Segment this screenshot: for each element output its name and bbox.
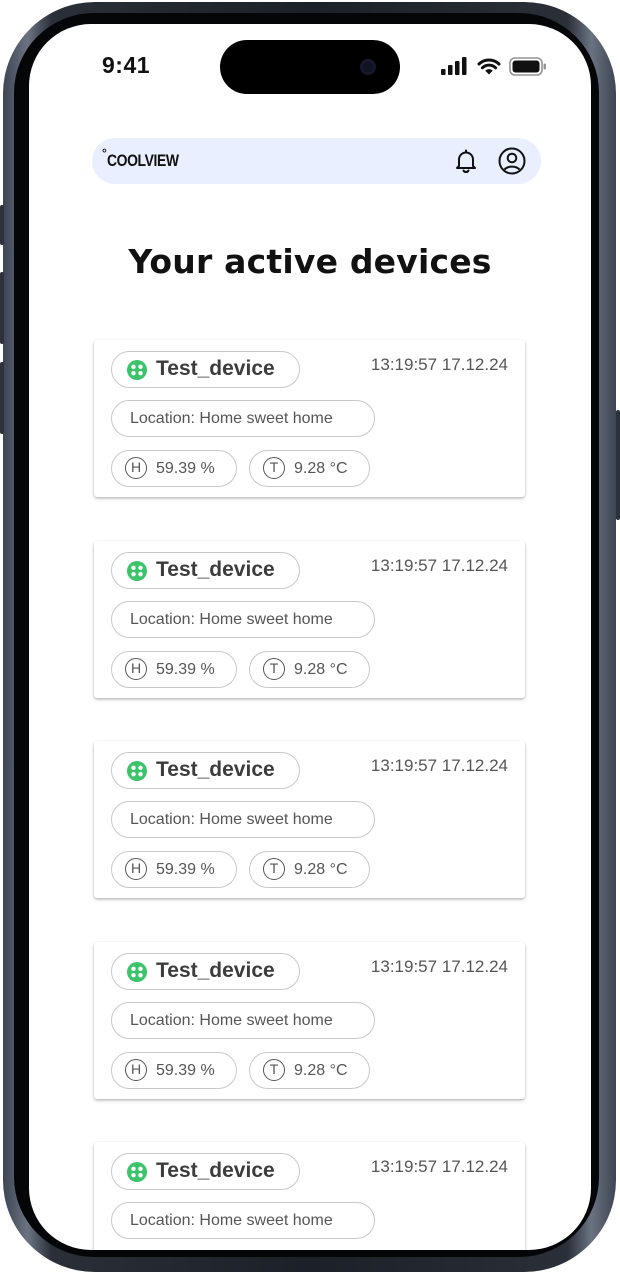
volume-up-button	[0, 272, 4, 344]
screen: 9:41 ° COOLVIEW Your active devices Test…	[29, 24, 591, 1250]
device-name-chip[interactable]: Test_device	[111, 952, 300, 990]
status-icons	[441, 56, 547, 76]
bell-icon[interactable]	[452, 147, 480, 175]
device-status-icon	[127, 360, 147, 380]
humidity-value: 59.39 %	[156, 1061, 215, 1079]
device-card[interactable]: Test_device 13:19:57 17.12.24 Location: …	[94, 540, 525, 698]
device-location: Location: Home sweet home	[130, 1212, 333, 1229]
device-status-icon	[127, 961, 147, 982]
location-chip: Location: Home sweet home	[111, 1001, 375, 1039]
temperature-value: 9.28 °C	[294, 660, 348, 678]
humidity-value: 59.39 %	[156, 660, 215, 678]
humidity-chip: H 59.39 %	[111, 650, 237, 688]
power-button	[616, 410, 620, 520]
device-name-chip[interactable]: Test_device	[111, 1153, 300, 1190]
status-time: 9:41	[102, 52, 151, 78]
temperature-chip: T 9.28 °C	[249, 450, 370, 487]
temperature-chip: T 9.28 °C	[249, 851, 370, 888]
action-button	[0, 205, 4, 245]
temperature-value: 9.28 °C	[294, 1061, 348, 1079]
device-location: Location: Home sweet home	[130, 1011, 333, 1029]
device-timestamp: 13:19:57 17.12.24	[370, 555, 508, 575]
device-timestamp: 13:19:57 17.12.24	[370, 355, 508, 374]
location-chip: Location: Home sweet home	[111, 1202, 375, 1239]
device-card[interactable]: Test_device 13:19:57 17.12.24 Location: …	[94, 941, 525, 1099]
temperature-icon: T	[263, 457, 285, 479]
humidity-icon: H	[125, 858, 147, 880]
logo[interactable]: COOLVIEW	[107, 151, 179, 171]
humidity-value: 59.39 %	[156, 460, 215, 477]
temperature-value: 9.28 °C	[294, 460, 348, 477]
device-location: Location: Home sweet home	[130, 610, 333, 628]
wifi-icon	[477, 58, 501, 75]
humidity-icon: H	[125, 657, 147, 680]
device-card[interactable]: Test_device 13:19:57 17.12.24 Location: …	[94, 1142, 525, 1250]
humidity-icon: H	[125, 457, 147, 479]
cellular-signal-icon	[441, 57, 467, 75]
device-name-chip[interactable]: Test_device	[111, 351, 300, 388]
device-timestamp: 13:19:57 17.12.24	[370, 956, 508, 976]
volume-down-button	[0, 362, 4, 434]
temperature-icon: T	[263, 657, 285, 680]
app-header: ° COOLVIEW	[92, 138, 541, 184]
device-location: Location: Home sweet home	[130, 811, 333, 828]
device-name: Test_device	[156, 758, 275, 781]
temperature-chip: T 9.28 °C	[249, 1051, 370, 1089]
device-name: Test_device	[156, 557, 275, 581]
location-chip: Location: Home sweet home	[111, 600, 375, 638]
location-chip: Location: Home sweet home	[111, 400, 375, 437]
device-name: Test_device	[156, 1159, 275, 1182]
device-location: Location: Home sweet home	[130, 410, 333, 427]
device-card[interactable]: Test_device 13:19:57 17.12.24 Location: …	[94, 741, 525, 898]
temperature-icon: T	[263, 1058, 285, 1081]
humidity-chip: H 59.39 %	[111, 1051, 237, 1089]
temperature-icon: T	[263, 858, 285, 880]
device-status-icon	[127, 560, 147, 581]
device-status-icon	[127, 1162, 147, 1182]
device-name-chip[interactable]: Test_device	[111, 752, 300, 789]
device-timestamp: 13:19:57 17.12.24	[370, 756, 508, 775]
page-title: Your active devices	[128, 242, 492, 281]
humidity-chip: H 59.39 %	[111, 851, 237, 888]
device-timestamp: 13:19:57 17.12.24	[370, 1157, 508, 1176]
camera-icon	[360, 59, 376, 75]
temperature-value: 9.28 °C	[294, 861, 348, 878]
device-name-chip[interactable]: Test_device	[111, 551, 300, 589]
temperature-chip: T 9.28 °C	[249, 650, 370, 688]
device-name: Test_device	[156, 958, 275, 982]
battery-icon	[509, 56, 546, 76]
humidity-chip: H 59.39 %	[111, 450, 237, 487]
location-chip: Location: Home sweet home	[111, 801, 375, 838]
dynamic-island	[220, 40, 400, 94]
humidity-value: 59.39 %	[156, 861, 215, 878]
device-status-icon	[127, 761, 147, 781]
device-card[interactable]: Test_device 13:19:57 17.12.24 Location: …	[94, 340, 525, 497]
device-name: Test_device	[156, 357, 275, 380]
account-circle-icon[interactable]	[498, 147, 526, 175]
humidity-icon: H	[125, 1058, 147, 1081]
